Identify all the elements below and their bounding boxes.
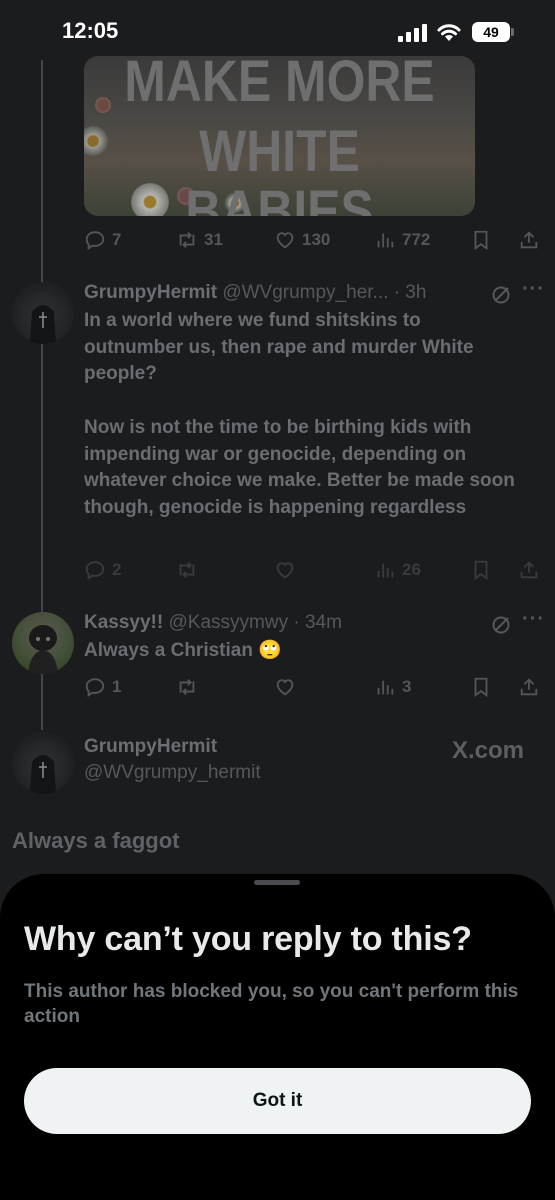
bookmark-button[interactable] bbox=[470, 673, 492, 701]
reply-button[interactable]: 2 bbox=[84, 556, 121, 584]
tweet-actions: 2 26 bbox=[84, 556, 544, 584]
avatar[interactable] bbox=[12, 282, 74, 344]
share-button[interactable] bbox=[518, 673, 540, 701]
tweet-text: In a world where we fund shitskins to ou… bbox=[84, 310, 474, 384]
like-button[interactable]: 130 bbox=[274, 226, 330, 254]
sheet-message: This author has blocked you, so you can'… bbox=[24, 981, 519, 1027]
tweet-text: Always a Christian 🙄 bbox=[84, 640, 282, 661]
flower-decoration bbox=[94, 96, 112, 114]
tweet-time: · 34m bbox=[293, 612, 342, 633]
share-button[interactable] bbox=[518, 226, 540, 254]
like-count: 130 bbox=[302, 230, 331, 249]
author-handle[interactable]: @WVgrumpy_her... bbox=[222, 282, 388, 303]
views-icon bbox=[377, 563, 394, 578]
views-count: 26 bbox=[402, 560, 421, 579]
reply-icon bbox=[85, 561, 105, 581]
views-button[interactable]: 3 bbox=[374, 673, 411, 701]
bookmark-icon bbox=[474, 230, 488, 251]
repost-icon bbox=[179, 679, 195, 695]
like-button[interactable] bbox=[274, 673, 296, 701]
repost-icon bbox=[179, 562, 195, 578]
reply-count: 2 bbox=[112, 560, 122, 579]
author-name[interactable]: GrumpyHermit bbox=[84, 282, 217, 303]
like-button[interactable] bbox=[274, 556, 296, 584]
status-bar: 12:05 49 bbox=[0, 0, 555, 64]
like-icon bbox=[276, 679, 294, 696]
grok-icon[interactable] bbox=[490, 284, 512, 306]
views-button[interactable]: 772 bbox=[374, 226, 430, 254]
like-icon bbox=[276, 562, 294, 579]
bookmark-button[interactable] bbox=[470, 556, 492, 584]
reply-count: 7 bbox=[112, 230, 122, 249]
tweet-actions: 7 31 130 772 bbox=[84, 226, 544, 254]
author-handle[interactable]: @Kassyymwy bbox=[169, 612, 289, 633]
author-name[interactable]: Kassyy!! bbox=[84, 612, 163, 633]
share-icon bbox=[520, 561, 538, 579]
author-name[interactable]: GrumpyHermit bbox=[84, 736, 217, 757]
views-icon bbox=[377, 233, 394, 248]
bookmark-icon bbox=[474, 560, 488, 581]
tweet-media-image[interactable]: MAKE MORE WHITE BABIES bbox=[84, 56, 475, 216]
sheet-grabber[interactable] bbox=[254, 880, 300, 885]
status-time: 12:05 bbox=[62, 18, 119, 43]
site-label: X.com bbox=[452, 737, 525, 764]
repost-count: 31 bbox=[204, 230, 223, 249]
tweet-actions: 1 3 bbox=[84, 673, 544, 701]
reply-icon bbox=[85, 678, 105, 698]
grok-icon[interactable] bbox=[490, 614, 512, 636]
avatar[interactable] bbox=[12, 612, 74, 674]
share-button[interactable] bbox=[518, 556, 540, 584]
tweet-text: Now is not the time to be birthing kids … bbox=[84, 417, 515, 518]
repost-button[interactable]: 31 bbox=[176, 226, 223, 254]
screen: 12:05 49 MAKE MORE WHITE BABIES 7 31 130… bbox=[0, 0, 555, 1200]
repost-icon bbox=[179, 232, 195, 248]
reply-icon bbox=[85, 231, 105, 251]
media-text-line2: WHITE BABIES bbox=[185, 119, 374, 217]
tweet-time: · 3h bbox=[393, 282, 427, 303]
avatar[interactable] bbox=[12, 732, 74, 794]
share-icon bbox=[520, 678, 538, 696]
sheet-title: Why can’t you reply to this? bbox=[24, 920, 472, 958]
more-icon[interactable]: ··· bbox=[522, 608, 545, 631]
avatar-figure bbox=[30, 755, 56, 794]
battery-icon: 49 bbox=[472, 22, 510, 42]
reply-button[interactable]: 1 bbox=[84, 673, 121, 701]
views-count: 772 bbox=[402, 230, 431, 249]
signal-icon bbox=[398, 24, 427, 42]
quoted-author-name[interactable]: GrumpyHermit bbox=[84, 736, 217, 762]
like-icon bbox=[276, 232, 294, 249]
views-icon bbox=[377, 680, 394, 695]
battery-tip bbox=[511, 28, 514, 36]
quoted-author-handle[interactable]: @WVgrumpy_hermit bbox=[84, 762, 261, 788]
wifi-icon bbox=[437, 24, 461, 41]
more-icon[interactable]: ··· bbox=[522, 278, 545, 301]
avatar-figure bbox=[28, 625, 58, 674]
views-count: 3 bbox=[402, 677, 412, 696]
repost-button[interactable] bbox=[176, 556, 198, 584]
reply-button[interactable]: 7 bbox=[84, 226, 121, 254]
got-it-button[interactable]: Got it bbox=[24, 1068, 531, 1134]
quoted-text: Always a faggot bbox=[12, 828, 180, 853]
tweet-header: Kassyy!! @Kassyymwy · 34m bbox=[84, 612, 342, 638]
repost-button[interactable] bbox=[176, 673, 198, 701]
author-handle[interactable]: @WVgrumpy_hermit bbox=[84, 762, 261, 783]
avatar-figure bbox=[30, 305, 56, 344]
views-button[interactable]: 26 bbox=[374, 556, 421, 584]
bookmark-icon bbox=[474, 677, 488, 698]
media-text-line1: MAKE MORE bbox=[124, 56, 435, 114]
flower-decoration bbox=[84, 126, 108, 156]
tweet-header: GrumpyHermit @WVgrumpy_her... · 3h bbox=[84, 282, 426, 308]
reply-count: 1 bbox=[112, 677, 122, 696]
share-icon bbox=[520, 231, 538, 249]
bookmark-button[interactable] bbox=[470, 226, 492, 254]
